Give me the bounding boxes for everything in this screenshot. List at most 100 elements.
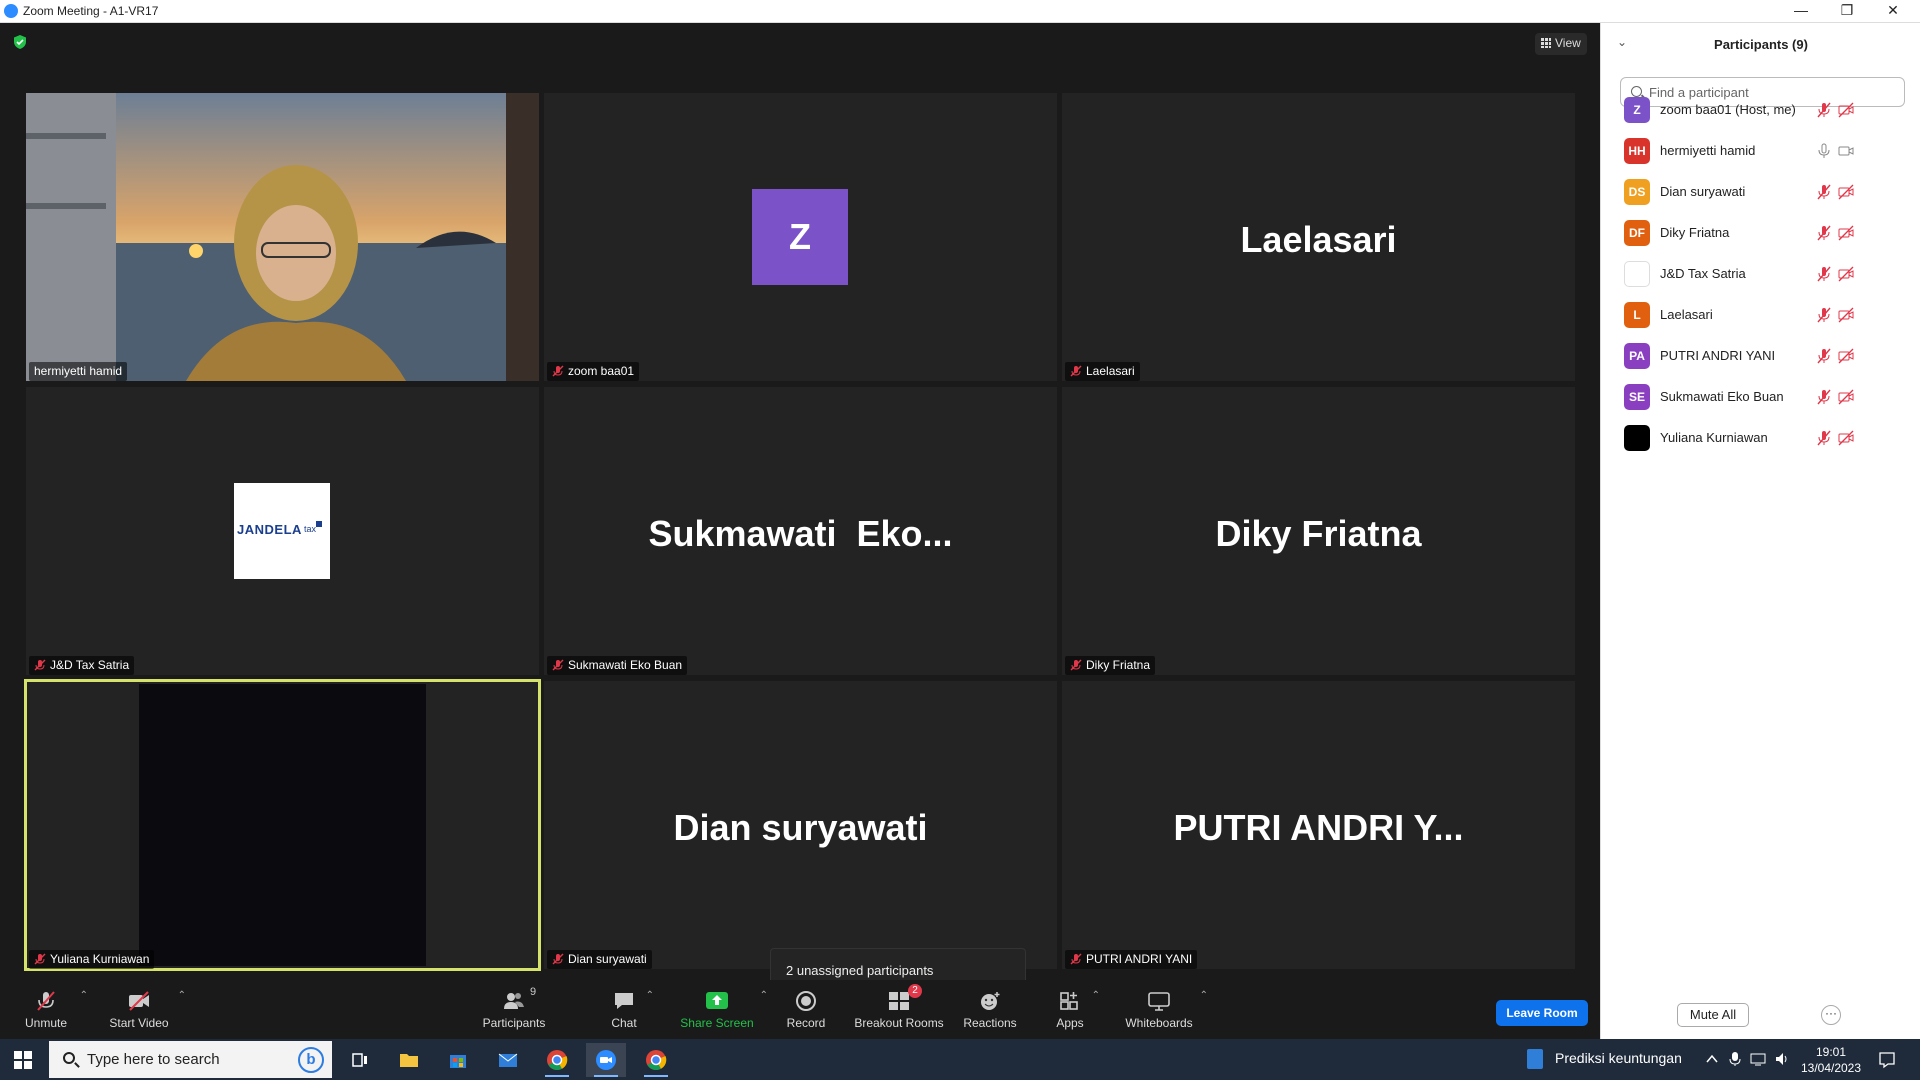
file-explorer-button[interactable] <box>389 1043 429 1077</box>
store-button[interactable] <box>438 1043 478 1077</box>
chrome-profile-button[interactable] <box>636 1043 676 1077</box>
participant-label: Laelasari <box>1065 362 1140 381</box>
volume-icon[interactable] <box>1774 1051 1790 1067</box>
video-off-icon[interactable] <box>1838 184 1854 200</box>
chevron-up-icon[interactable]: ⌃ <box>646 990 654 1001</box>
participant-row[interactable]: L Laelasari <box>1620 299 1910 329</box>
shield-icon[interactable] <box>12 34 28 50</box>
more-options-button[interactable]: ··· <box>1821 1005 1841 1025</box>
share-screen-button[interactable]: Share Screen ⌃ <box>680 980 768 1039</box>
video-off-icon[interactable] <box>1838 389 1854 405</box>
video-off-icon[interactable] <box>1838 266 1854 282</box>
panel-title: Participants (9) <box>1714 37 1808 52</box>
participant-row[interactable]: SE Sukmawati Eko Buan <box>1620 381 1910 411</box>
mic-muted-icon[interactable] <box>1816 307 1832 323</box>
participant-row[interactable]: J&D Tax Satria <box>1620 258 1910 288</box>
mic-muted-icon[interactable] <box>1816 225 1832 241</box>
chrome-button[interactable] <box>537 1043 577 1077</box>
chevron-up-icon[interactable] <box>1705 1052 1719 1066</box>
video-off-icon[interactable] <box>1838 102 1854 118</box>
notifications-icon[interactable] <box>1878 1051 1896 1069</box>
microphone-icon[interactable] <box>1728 1051 1742 1067</box>
participant-name: hermiyetti hamid <box>1660 143 1756 158</box>
video-tile-zoom-baa01[interactable]: Z zoom baa01 <box>544 93 1057 381</box>
participant-name: Dian suryawati <box>568 952 647 966</box>
video-off-icon <box>129 991 149 1011</box>
video-tile-jd-tax-satria[interactable]: JANDELA tax J&D Tax Satria <box>26 387 539 675</box>
mic-muted-icon <box>552 365 564 377</box>
mute-all-button[interactable]: Mute All <box>1677 1003 1749 1027</box>
video-off-icon[interactable] <box>1838 307 1854 323</box>
participant-display-name: Sukmawati Eko... <box>648 513 953 554</box>
windows-start-icon[interactable] <box>14 1051 32 1069</box>
mic-muted-icon[interactable] <box>1816 266 1832 282</box>
mic-muted-icon[interactable] <box>1816 184 1832 200</box>
title-bar: Zoom Meeting - A1-VR17 — ❐ ✕ <box>0 0 1920 23</box>
participant-name: Yuliana Kurniawan <box>50 952 150 966</box>
view-button[interactable]: View <box>1535 33 1587 55</box>
participant-display-name: Dian suryawati <box>673 807 928 848</box>
participant-row[interactable]: DS Dian suryawati <box>1620 176 1910 206</box>
video-tile-putri-andri-yani[interactable]: PUTRI ANDRI Y... PUTRI ANDRI YANI <box>1062 681 1575 969</box>
video-off-icon[interactable] <box>1838 225 1854 241</box>
video-tile-sukmawati[interactable]: Sukmawati Eko... Sukmawati Eko Buan <box>544 387 1057 675</box>
mic-muted-icon[interactable] <box>1816 389 1832 405</box>
mic-muted-icon <box>1070 659 1082 671</box>
start-video-button[interactable]: Start Video ⌃ <box>106 980 186 1039</box>
search-icon <box>63 1052 75 1064</box>
news-widget-icon[interactable] <box>1527 1049 1543 1069</box>
video-tile-dian-suryawati[interactable]: Dian suryawati Dian suryawati <box>544 681 1057 969</box>
apps-button[interactable]: Apps ⌃ <box>1054 980 1100 1039</box>
avatar: Z <box>752 189 848 285</box>
system-clock[interactable]: 19:01 13/04/2023 <box>1796 1044 1866 1076</box>
bing-icon[interactable]: b <box>298 1047 324 1073</box>
participants-button[interactable]: Participants 9 <box>478 980 550 1039</box>
task-view-button[interactable] <box>340 1043 380 1077</box>
mail-button[interactable] <box>488 1043 528 1077</box>
breakout-rooms-button[interactable]: Breakout Rooms 2 <box>852 980 946 1039</box>
video-off-icon[interactable] <box>1838 348 1854 364</box>
mic-muted-icon <box>1070 365 1082 377</box>
participant-row[interactable]: Yuliana Kurniawan <box>1620 422 1910 452</box>
unmute-button[interactable]: Unmute ⌃ <box>18 980 88 1039</box>
chevron-up-icon[interactable]: ⌃ <box>1092 990 1100 1001</box>
avatar: Z <box>1624 97 1650 123</box>
video-tile-yuliana-kurniawan[interactable]: Yuliana Kurniawan <box>24 679 541 971</box>
record-button[interactable]: Record <box>784 980 828 1039</box>
participant-name: hermiyetti hamid <box>34 364 123 378</box>
network-icon[interactable] <box>1750 1051 1766 1067</box>
participant-row[interactable]: Zzoom baa01 (Host, me) <box>1620 94 1910 124</box>
mic-icon[interactable] <box>1816 143 1832 159</box>
logo-subtext: tax <box>304 524 317 534</box>
whiteboards-button[interactable]: Whiteboards ⌃ <box>1124 980 1208 1039</box>
mic-muted-icon[interactable] <box>1816 102 1832 118</box>
close-button[interactable]: ✕ <box>1870 0 1916 22</box>
mic-muted-icon[interactable] <box>1816 348 1832 364</box>
share-screen-icon <box>706 992 728 1009</box>
video-icon[interactable] <box>1838 143 1854 159</box>
taskbar-search-input[interactable]: Type here to search b <box>49 1041 332 1078</box>
chevron-up-icon[interactable]: ⌃ <box>178 990 186 1001</box>
reactions-button[interactable]: Reactions <box>962 980 1018 1039</box>
leave-room-button[interactable]: Leave Room <box>1496 1000 1588 1026</box>
participant-name: Dian suryawati <box>1660 184 1746 199</box>
restore-button[interactable]: ❐ <box>1824 0 1870 22</box>
participant-row[interactable]: HH hermiyetti hamid <box>1620 135 1910 165</box>
video-tile-diky-friatna[interactable]: Diky Friatna Diky Friatna <box>1062 387 1575 675</box>
video-tile-hermiyetti[interactable]: hermiyetti hamid <box>26 93 539 381</box>
mic-muted-icon[interactable] <box>1816 430 1832 446</box>
zoom-taskbar-button[interactable] <box>586 1043 626 1077</box>
video-off-icon[interactable] <box>1838 430 1854 446</box>
news-widget-text[interactable]: Prediksi keuntungan <box>1555 1050 1682 1066</box>
participant-row[interactable]: PA PUTRI ANDRI YANI <box>1620 340 1910 370</box>
chevron-up-icon[interactable]: ⌃ <box>80 990 88 1001</box>
video-tile-laelasari[interactable]: Laelasari Laelasari <box>1062 93 1575 381</box>
participant-label: PUTRI ANDRI YANI <box>1065 950 1198 969</box>
participant-label: J&D Tax Satria <box>29 656 135 675</box>
chevron-up-icon[interactable]: ⌃ <box>1200 990 1208 1001</box>
reactions-icon <box>981 992 1000 1010</box>
chat-button[interactable]: Chat ⌃ <box>608 980 654 1039</box>
chevron-up-icon[interactable]: ⌃ <box>760 990 768 1001</box>
minimize-button[interactable]: — <box>1778 0 1824 22</box>
participant-row[interactable]: DF Diky Friatna <box>1620 217 1910 247</box>
